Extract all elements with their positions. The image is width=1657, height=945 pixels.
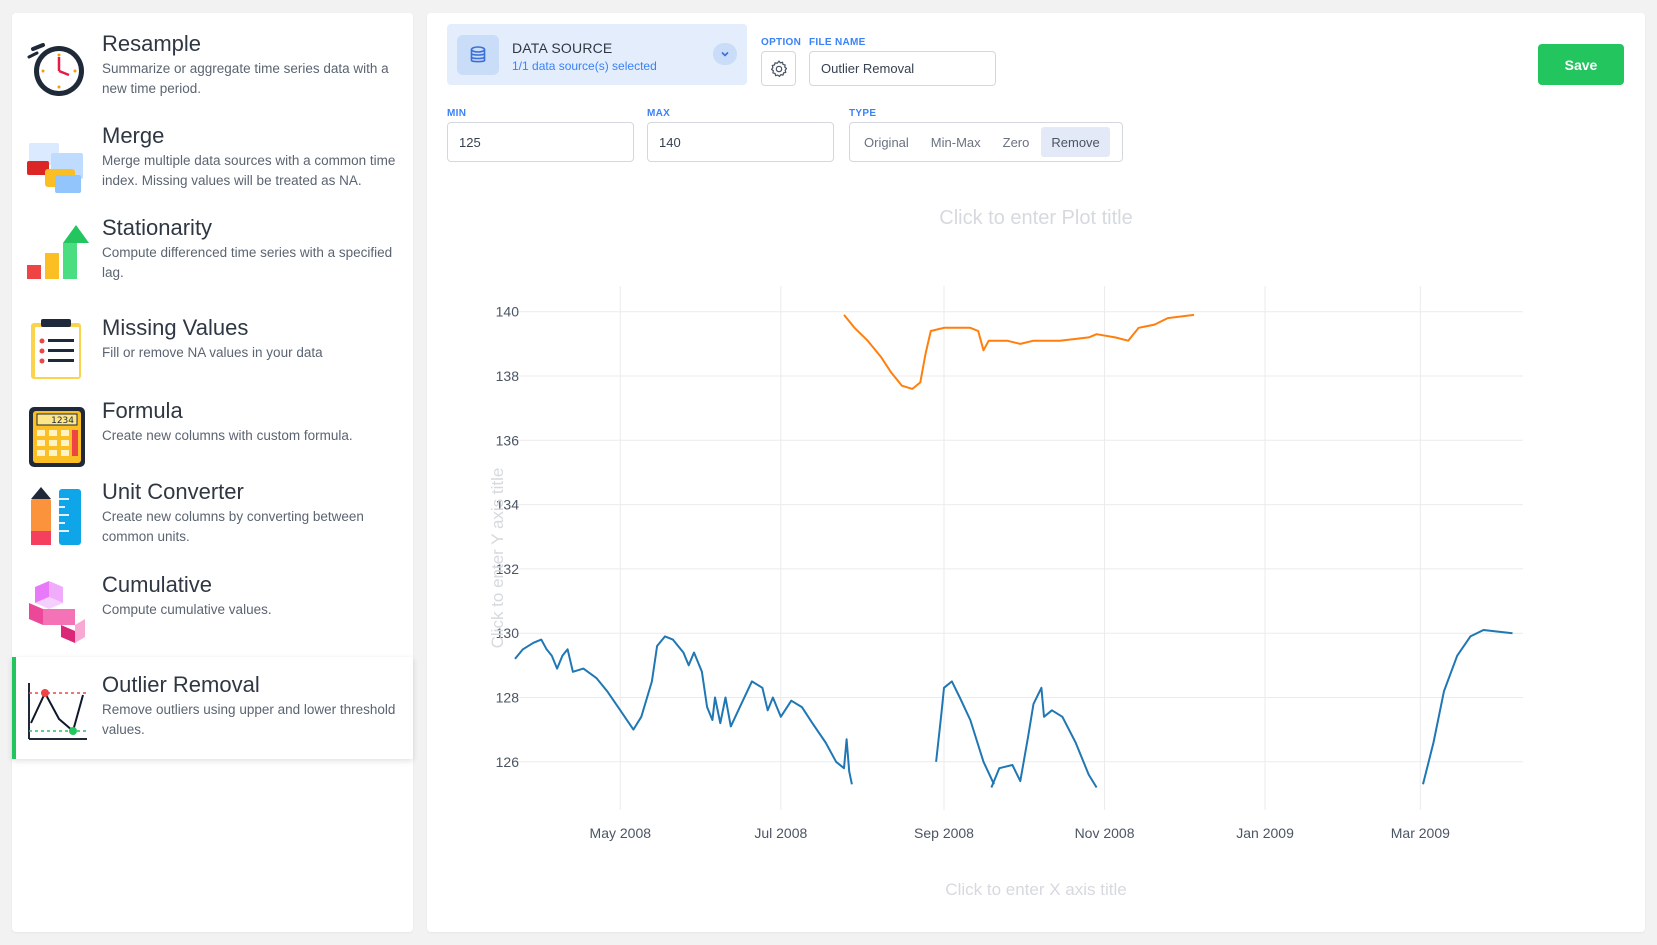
stopwatch-icon: [25, 35, 89, 99]
tool-description: Compute cumulative values.: [102, 602, 272, 617]
outlier-chart-icon: [25, 679, 89, 743]
tool-title: Stationarity: [102, 215, 213, 240]
tool-description: Remove outliers using upper and lower th…: [102, 702, 396, 737]
outlier-line-chart: May 2008 Jul 2008 Sep 2008 Nov 2008 Jan 2009…: [488, 207, 1523, 899]
main-panel: DATA SOURCE 1/1 data source(s) selected …: [427, 13, 1645, 932]
y-tick-label: 136: [496, 432, 520, 448]
x-tick-label: Mar 2009: [1391, 825, 1450, 841]
tool-description: Summarize or aggregate time series data …: [102, 61, 389, 96]
y-axis-title[interactable]: Click to enter Y axis title: [488, 468, 507, 649]
tool-item-resample[interactable]: Resample Summarize or aggregate time seri…: [12, 19, 413, 111]
calculator-icon: 1234: [25, 405, 89, 469]
tool-title: Unit Converter: [102, 479, 244, 504]
bar-arrow-icon: [25, 219, 89, 283]
x-tick-label: Jan 2009: [1236, 825, 1294, 841]
x-axis-title[interactable]: Click to enter X axis title: [945, 880, 1126, 899]
tool-item-stationarity[interactable]: Stationarity Compute differenced time ser…: [12, 203, 413, 295]
y-tick-label: 126: [496, 754, 520, 770]
merge-cards-icon: [25, 131, 89, 195]
tool-title: Outlier Removal: [102, 672, 260, 697]
series-1-segment-0: [843, 313, 1195, 390]
x-tick-label: Sep 2008: [914, 825, 974, 841]
tool-item-unit-converter[interactable]: Unit Converter Create new columns by conv…: [12, 465, 413, 557]
x-tick-label: Nov 2008: [1075, 825, 1135, 841]
svg-text:1234: 1234: [51, 416, 74, 426]
tool-description: Fill or remove NA values in your data: [102, 345, 323, 360]
tool-sidebar: Resample Summarize or aggregate time seri…: [12, 13, 413, 932]
y-tick-label: 128: [496, 689, 520, 705]
tool-item-merge[interactable]: Merge Merge multiple data sources with a …: [12, 111, 413, 203]
y-tick-label: 140: [496, 304, 520, 320]
series-0-segment-3: [1422, 629, 1513, 785]
y-tick-label: 138: [496, 368, 520, 384]
plot-title[interactable]: Click to enter Plot title: [939, 207, 1132, 229]
x-tick-label: May 2008: [590, 825, 652, 841]
tool-title: Cumulative: [102, 572, 213, 597]
tool-item-formula[interactable]: 1234 Formula Create new columns with cust…: [12, 387, 413, 467]
tool-title: Merge: [102, 123, 165, 148]
tool-description: Create new columns with custom formula.: [102, 428, 353, 443]
x-tick-label: Jul 2008: [754, 825, 807, 841]
tool-title: Missing Values: [102, 315, 249, 340]
tool-item-cumulative[interactable]: Cumulative Compute cumulative values.: [12, 557, 413, 649]
tool-description: Merge multiple data sources with a commo…: [102, 153, 396, 188]
tool-description: Create new columns by converting between…: [102, 509, 364, 544]
cubes-icon: [25, 579, 89, 643]
series-0-segment-1: [935, 680, 995, 785]
tool-item-missing-values[interactable]: Missing Values Fill or remove NA values i…: [12, 295, 413, 387]
tool-item-outlier-removal[interactable]: Outlier Removal Remove outliers using upp…: [12, 657, 413, 759]
clipboard-list-icon: [25, 317, 89, 381]
tool-title: Resample: [102, 31, 202, 56]
tool-description: Compute differenced time series with a s…: [102, 245, 393, 280]
tool-title: Formula: [102, 398, 183, 423]
ruler-icon: [25, 485, 89, 549]
series-0-segment-2: [990, 686, 1098, 789]
